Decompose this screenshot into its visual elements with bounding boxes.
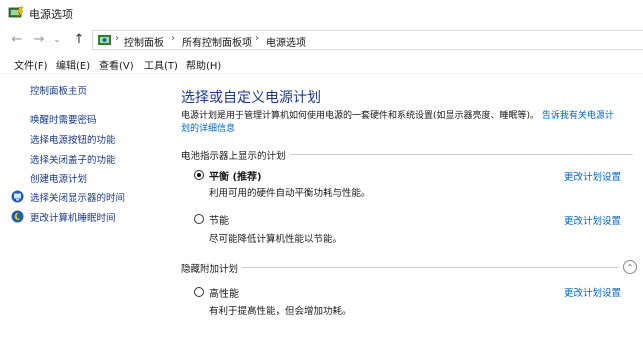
sleep-moon-icon	[11, 210, 24, 223]
sidebar-item-power-buttons[interactable]: 选择电源按钮的功能	[30, 132, 116, 146]
address-row: ← → ⌄ ↑ › 控制面板 › 所有控制面板项 › 电源选项	[0, 27, 643, 53]
battery-plans-section-title: 电池指示器上显示的计划	[181, 148, 290, 162]
plan-power-saver-name[interactable]: 节能	[209, 212, 229, 227]
power-options-icon	[8, 6, 24, 19]
page-title: 选择或自定义电源计划	[181, 90, 321, 106]
section-divider	[181, 267, 619, 268]
left-nav-panel: 控制面板主页 唤醒时需要密码 选择电源按钮的功能 选择关闭盖子的功能 创建电源计…	[0, 74, 170, 340]
up-arrow-icon[interactable]: ↑	[72, 31, 86, 47]
breadcrumb-separator-icon: ›	[255, 33, 259, 44]
plan-balanced-radio[interactable]	[194, 170, 204, 180]
change-plan-settings-link-balanced[interactable]: 更改计划设置	[564, 169, 621, 183]
plan-power-saver-description: 尽可能降低计算机性能以节能。	[209, 234, 343, 245]
monitor-icon	[11, 190, 24, 203]
breadcrumb-power-options[interactable]: 电源选项	[266, 34, 306, 49]
plan-high-performance-name[interactable]: 高性能	[209, 285, 239, 300]
window-title: 电源选项	[29, 8, 73, 21]
breadcrumb-separator-icon: ›	[115, 33, 119, 44]
main-content: 选择或自定义电源计划 电源计划是用于管理计算机如何使用电源的一套硬件和系统设置(…	[170, 74, 643, 340]
menu-view[interactable]: 查看(V)	[99, 57, 134, 72]
menu-edit[interactable]: 编辑(E)	[56, 57, 90, 72]
sidebar-item-wake-password[interactable]: 唤醒时需要密码	[30, 112, 97, 126]
menu-bar: 文件(F) 编辑(E) 查看(V) 工具(T) 帮助(H)	[0, 54, 643, 73]
control-panel-home-link[interactable]: 控制面板主页	[30, 83, 87, 97]
control-panel-icon	[98, 35, 111, 45]
change-plan-settings-link-power-saver[interactable]: 更改计划设置	[564, 213, 621, 227]
menu-tools[interactable]: 工具(T)	[144, 57, 178, 72]
title-bar: 电源选项	[0, 0, 643, 27]
description-text: 电源计划是用于管理计算机如何使用电源的一套硬件和系统设置(如显示器亮度、睡眠等)…	[181, 111, 540, 121]
plan-high-performance-radio[interactable]	[194, 287, 204, 297]
sidebar-item-display-off[interactable]: 选择关闭显示器的时间	[30, 190, 125, 204]
breadcrumb-control-panel[interactable]: 控制面板	[124, 34, 164, 49]
change-plan-settings-link-high-performance[interactable]: 更改计划设置	[564, 285, 621, 299]
sidebar-item-create-plan[interactable]: 创建电源计划	[30, 171, 87, 185]
plan-balanced-description: 利用可用的硬件自动平衡功耗与性能。	[209, 188, 371, 199]
collapse-chevron-up-icon[interactable]: ⌃	[623, 260, 637, 274]
address-bar[interactable]: › 控制面板 › 所有控制面板项 › 电源选项	[92, 30, 643, 50]
sidebar-item-sleep-time[interactable]: 更改计算机睡眠时间	[30, 210, 116, 224]
plan-power-saver-radio[interactable]	[194, 214, 204, 224]
recent-pages-chevron-icon[interactable]: ⌄	[50, 31, 64, 47]
breadcrumb-separator-icon: ›	[171, 33, 175, 44]
breadcrumb-all-items[interactable]: 所有控制面板项	[182, 34, 252, 49]
forward-arrow-icon[interactable]: →	[32, 31, 46, 47]
page-description: 电源计划是用于管理计算机如何使用电源的一套硬件和系统设置(如显示器亮度、睡眠等)…	[181, 110, 621, 136]
hidden-plans-section-title: 隐藏附加计划	[181, 261, 243, 275]
menu-help[interactable]: 帮助(H)	[186, 57, 221, 72]
plan-high-performance-description: 有利于提高性能，但会增加功耗。	[209, 306, 352, 317]
sidebar-item-lid-close[interactable]: 选择关闭盖子的功能	[30, 152, 116, 166]
menu-file[interactable]: 文件(F)	[14, 57, 48, 72]
plan-balanced-name[interactable]: 平衡 (推荐)	[209, 168, 262, 183]
back-arrow-icon[interactable]: ←	[10, 31, 24, 47]
